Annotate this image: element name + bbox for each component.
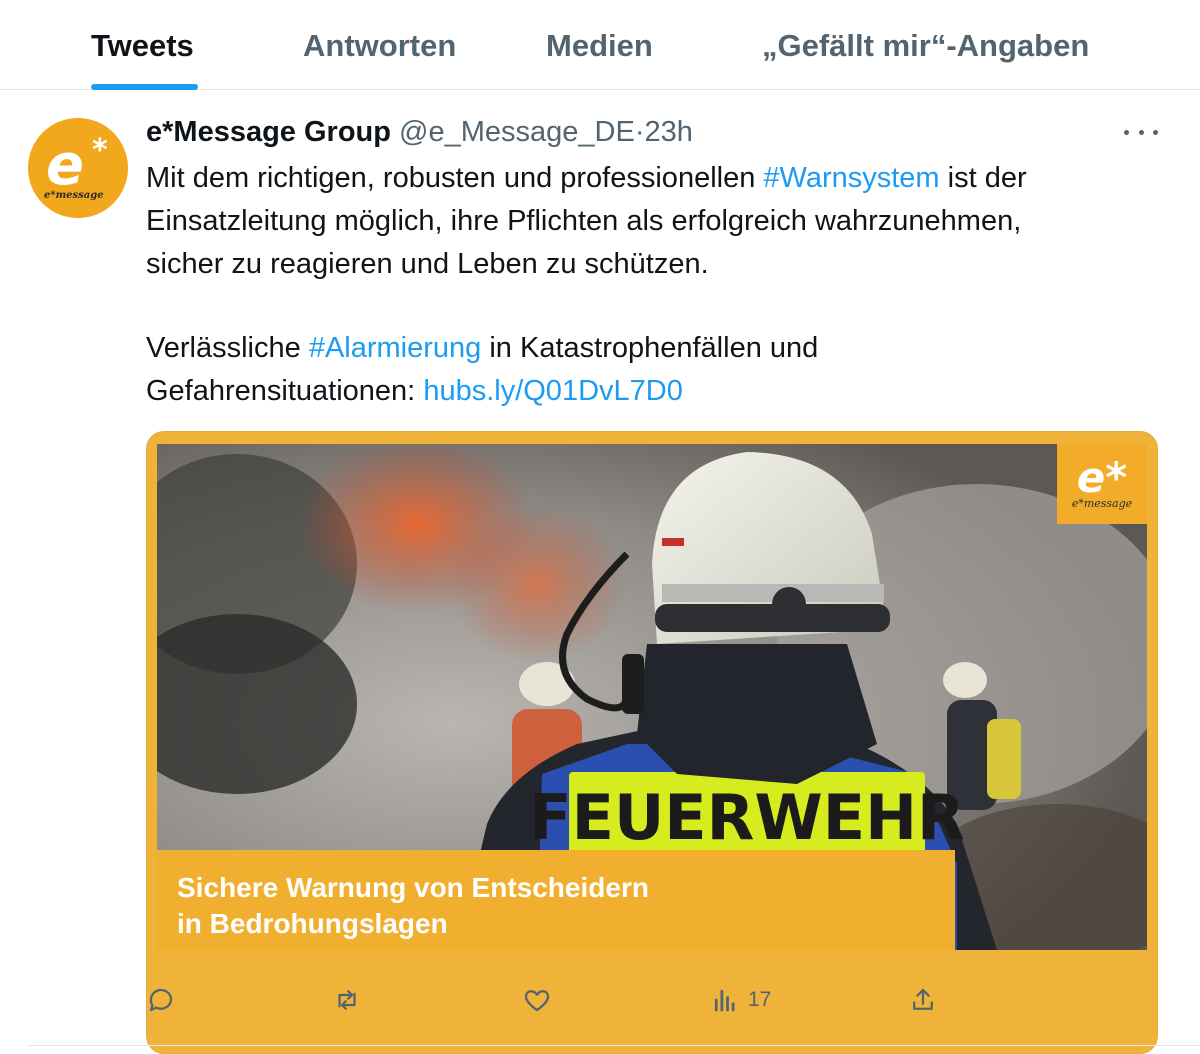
hashtag-warnsystem[interactable]: #Warnsystem bbox=[763, 162, 939, 194]
author-name[interactable]: e*Message Group bbox=[146, 116, 391, 148]
separator-dot: · bbox=[634, 116, 645, 148]
tweet-link[interactable]: hubs.ly/Q01DvL7D0 bbox=[423, 375, 683, 407]
media-logo-letter: e* bbox=[1076, 453, 1128, 502]
text-segment: Mit dem richtigen, robusten und professi… bbox=[146, 162, 764, 194]
text-segment: Verlässliche bbox=[146, 332, 309, 364]
tweet-header: e*Message Group @e_Message_DE·23h bbox=[146, 112, 693, 152]
like-button[interactable] bbox=[522, 978, 552, 1022]
views-button[interactable]: 17 bbox=[710, 978, 771, 1022]
tweet-media-card[interactable]: FEUERWEHR e* e*message Sichere Warnung v… bbox=[146, 431, 1158, 1054]
profile-tabs: Tweets Antworten Medien „Gefällt mir“-An… bbox=[0, 0, 1200, 90]
retweet-button[interactable] bbox=[332, 978, 362, 1022]
text-segment: Gefahrensituationen: bbox=[146, 375, 424, 407]
tweet[interactable]: e * e*message e*Message Group @e_Message… bbox=[0, 90, 1200, 1054]
svg-text:*: * bbox=[92, 133, 108, 168]
tab-replies[interactable]: Antworten bbox=[303, 28, 456, 64]
retweet-icon bbox=[338, 990, 356, 1010]
vest-text: FEUERWEHR bbox=[529, 781, 965, 854]
tweet-divider bbox=[28, 1045, 1200, 1046]
text-line: Einsatzleitung möglich, ihre Pflichten a… bbox=[146, 205, 1022, 237]
share-button[interactable] bbox=[908, 978, 938, 1022]
media-caption-box: Sichere Warnung von Entscheidern in Bedr… bbox=[157, 850, 955, 950]
hashtag-alarmierung[interactable]: #Alarmierung bbox=[309, 332, 481, 364]
reply-icon bbox=[149, 988, 173, 1012]
media-logo-text: e*message bbox=[1071, 497, 1133, 510]
media-logo: e* e*message bbox=[1057, 444, 1147, 524]
tweet-actions: 17 bbox=[146, 978, 1166, 1022]
text-line: sicher zu reagieren und Leben zu schütze… bbox=[146, 248, 709, 280]
text-segment: in Katastrophenfällen und bbox=[481, 332, 819, 364]
tab-media[interactable]: Medien bbox=[546, 28, 653, 64]
media-caption-line-1: Sichere Warnung von Entscheidern bbox=[177, 872, 649, 903]
views-count: 17 bbox=[748, 988, 772, 1011]
heart-icon bbox=[524, 990, 550, 1012]
svg-text:e: e bbox=[46, 133, 84, 198]
emessage-logo-icon: e * e*message bbox=[28, 118, 128, 218]
svg-text:e*message: e*message bbox=[44, 190, 104, 201]
tab-likes[interactable]: „Gefällt mir“-Angaben bbox=[762, 28, 1089, 64]
tab-tweets[interactable]: Tweets bbox=[91, 28, 194, 64]
tweet-time[interactable]: 23h bbox=[645, 116, 693, 148]
more-horizontal-icon[interactable] bbox=[1124, 120, 1158, 144]
tweet-text: Mit dem richtigen, robusten und professi… bbox=[146, 157, 1166, 413]
reply-button[interactable] bbox=[146, 978, 176, 1022]
share-icon bbox=[913, 988, 933, 1010]
media-caption-line-2: in Bedrohungslagen bbox=[177, 908, 448, 939]
author-handle[interactable]: @e_Message_DE bbox=[399, 116, 635, 148]
views-icon bbox=[714, 989, 735, 1012]
avatar[interactable]: e * e*message bbox=[28, 118, 128, 218]
text-segment: ist der bbox=[939, 162, 1027, 194]
